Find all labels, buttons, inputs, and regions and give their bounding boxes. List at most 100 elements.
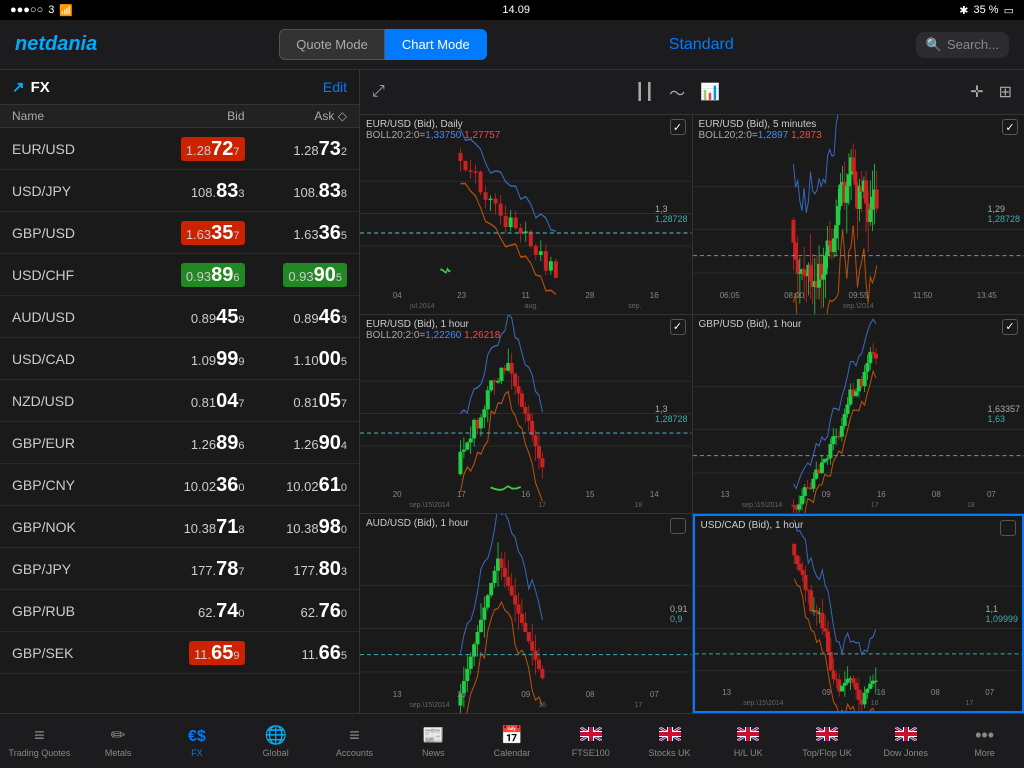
quote-row[interactable]: GBP/CNY10.0236010.02610 — [0, 464, 359, 506]
ask-main: 00 — [319, 349, 341, 369]
quote-name: EUR/USD — [12, 141, 142, 157]
ask-price: 62.760 — [245, 601, 348, 621]
nav-item-fx[interactable]: €$FX — [158, 720, 237, 763]
search-icon: 🔍 — [926, 37, 942, 53]
nav-item-dow-jones[interactable]: Dow Jones — [866, 720, 945, 763]
chart-cell-chart1[interactable]: EUR/USD (Bid), DailyBOLL20;2:0=1,33750 1… — [360, 115, 692, 314]
quote-row[interactable]: GBP/RUB62.74062.760 — [0, 590, 359, 632]
quote-row[interactable]: GBP/SEK11.65911.665 — [0, 632, 359, 674]
nav-item-metals[interactable]: ✏Metals — [79, 720, 158, 763]
candlestick-icon[interactable]: 📊 — [700, 82, 720, 102]
nav-item-more[interactable]: •••More — [945, 720, 1024, 763]
chart-price-right: 1,11,09999 — [985, 604, 1018, 624]
nav-item-calendar[interactable]: 📅Calendar — [473, 720, 552, 763]
quote-row[interactable]: AUD/USD0.894590.89463 — [0, 296, 359, 338]
ask-price: 1.26904 — [245, 433, 348, 453]
nav-icon-calendar: 📅 — [501, 725, 523, 746]
quote-row[interactable]: USD/CHF0.938960.93905 — [0, 254, 359, 296]
nav-item-topflop-uk[interactable]: Top/Flop UK — [788, 720, 867, 763]
quote-row[interactable]: GBP/NOK10.3871810.38980 — [0, 506, 359, 548]
line-chart-icon[interactable]: 〜 — [669, 80, 685, 104]
nav-item-global[interactable]: 🌐Global — [236, 720, 315, 763]
nav-label-trading-quotes: Trading Quotes — [9, 748, 71, 758]
ask-price: 0.93905 — [245, 263, 348, 287]
ask-prefix: 108. — [293, 185, 318, 200]
nav-item-accounts[interactable]: ≡Accounts — [315, 720, 394, 763]
crosshair-icon[interactable]: ✛ — [970, 82, 983, 102]
carrier: 3 — [48, 4, 54, 16]
nav-label-topflop-uk: Top/Flop UK — [802, 748, 852, 758]
chart-checkbox[interactable] — [670, 518, 686, 534]
ask-prefix: 0.89 — [293, 311, 318, 326]
chart-cell-chart2[interactable]: EUR/USD (Bid), 5 minutesBOLL20;2:0=1,289… — [693, 115, 1024, 314]
chart-cell-chart5[interactable]: AUD/USD (Bid), 1 hour0,910,91310090807se… — [360, 514, 692, 713]
chart-checkbox[interactable] — [1002, 119, 1018, 135]
nav-item-news[interactable]: 📰News — [394, 720, 473, 763]
quote-name: GBP/RUB — [12, 603, 142, 619]
ask-main: 36 — [319, 223, 341, 243]
quote-name: GBP/SEK — [12, 645, 142, 661]
chart-checkbox[interactable] — [670, 119, 686, 135]
top-bar: netdania Quote Mode Chart Mode Standard … — [0, 20, 1024, 70]
col-name: Name — [12, 109, 142, 123]
nav-item-ftse100[interactable]: FTSE100 — [551, 720, 630, 763]
nav-item-trading-quotes[interactable]: ≡Trading Quotes — [0, 720, 79, 763]
standard-label: Standard — [669, 36, 734, 54]
quote-row[interactable]: GBP/JPY177.787177.803 — [0, 548, 359, 590]
ask-sup: 8 — [341, 188, 347, 200]
bar-chart-icon[interactable]: ┃┃ — [635, 82, 654, 102]
search-box[interactable]: 🔍 Search... — [916, 32, 1009, 58]
ask-main: 83 — [319, 181, 341, 201]
column-headers: Name Bid Ask ◇ — [0, 105, 359, 128]
quote-row[interactable]: USD/CAD1.099991.10005 — [0, 338, 359, 380]
bid-prefix: 0.93 — [186, 269, 211, 284]
quote-row[interactable]: NZD/USD0.810470.81057 — [0, 380, 359, 422]
chart-mode-button[interactable]: Chart Mode — [385, 29, 487, 60]
ask-prefix: 1.10 — [293, 353, 318, 368]
bid-price: 1.09999 — [142, 349, 245, 369]
ask-main: 66 — [319, 643, 341, 663]
ask-sup: 7 — [341, 398, 347, 410]
grid-icon[interactable]: ⊞ — [999, 82, 1012, 102]
quote-row[interactable]: GBP/USD1.633571.63365 — [0, 212, 359, 254]
bid-badge: 1.63357 — [181, 221, 245, 245]
ask-sup: 5 — [336, 272, 342, 284]
quote-row[interactable]: USD/JPY108.833108.838 — [0, 170, 359, 212]
bid-price: 11.659 — [142, 641, 245, 665]
chart-checkbox[interactable] — [670, 319, 686, 335]
bid-price: 10.02360 — [142, 475, 245, 495]
nav-item-stocks-uk[interactable]: Stocks UK — [630, 720, 709, 763]
chart-checkbox[interactable] — [1000, 520, 1016, 536]
chart-cell-chart3[interactable]: EUR/USD (Bid), 1 hourBOLL20;2:0=1,22260 … — [360, 315, 692, 514]
mode-buttons: Quote Mode Chart Mode — [279, 29, 486, 60]
nav-icon-hl-uk — [737, 725, 759, 746]
ask-sup: 0 — [341, 608, 347, 620]
bottom-nav: ≡Trading Quotes✏Metals€$FX🌐Global≡Accoun… — [0, 713, 1024, 768]
bid-sup: 7 — [233, 146, 239, 158]
bid-price: 1.28727 — [142, 137, 245, 161]
nav-item-hl-uk[interactable]: H/L UK — [709, 720, 788, 763]
ask-sup: 3 — [341, 566, 347, 578]
quote-row[interactable]: GBP/EUR1.268961.26904 — [0, 422, 359, 464]
bid-badge: 1.28727 — [181, 137, 245, 161]
app-logo: netdania — [15, 33, 97, 56]
ask-price: 177.803 — [245, 559, 348, 579]
chart-cell-chart6[interactable]: USD/CAD (Bid), 1 hour1,11,09999130916080… — [693, 514, 1024, 713]
chart-x-sub: sep.\2014 — [693, 303, 1024, 310]
nav-label-dow-jones: Dow Jones — [884, 748, 929, 758]
quote-mode-button[interactable]: Quote Mode — [279, 29, 385, 60]
edit-button[interactable]: Edit — [323, 79, 347, 95]
quote-name: USD/JPY — [12, 183, 142, 199]
nav-label-hl-uk: H/L UK — [734, 748, 763, 758]
chart-cell-chart4[interactable]: GBP/USD (Bid), 1 hour1,633571,6313091608… — [693, 315, 1024, 514]
bid-prefix: 108. — [191, 185, 216, 200]
ask-price: 10.02610 — [245, 475, 348, 495]
expand-icon[interactable]: ⤢ — [372, 83, 385, 101]
quote-row[interactable]: EUR/USD1.287271.28732 — [0, 128, 359, 170]
nav-icon-more: ••• — [975, 725, 994, 746]
bid-price: 108.833 — [142, 181, 245, 201]
bid-sup: 7 — [233, 230, 239, 242]
bid-main: 83 — [216, 181, 238, 201]
chart-checkbox[interactable] — [1002, 319, 1018, 335]
ask-price: 0.89463 — [245, 307, 348, 327]
